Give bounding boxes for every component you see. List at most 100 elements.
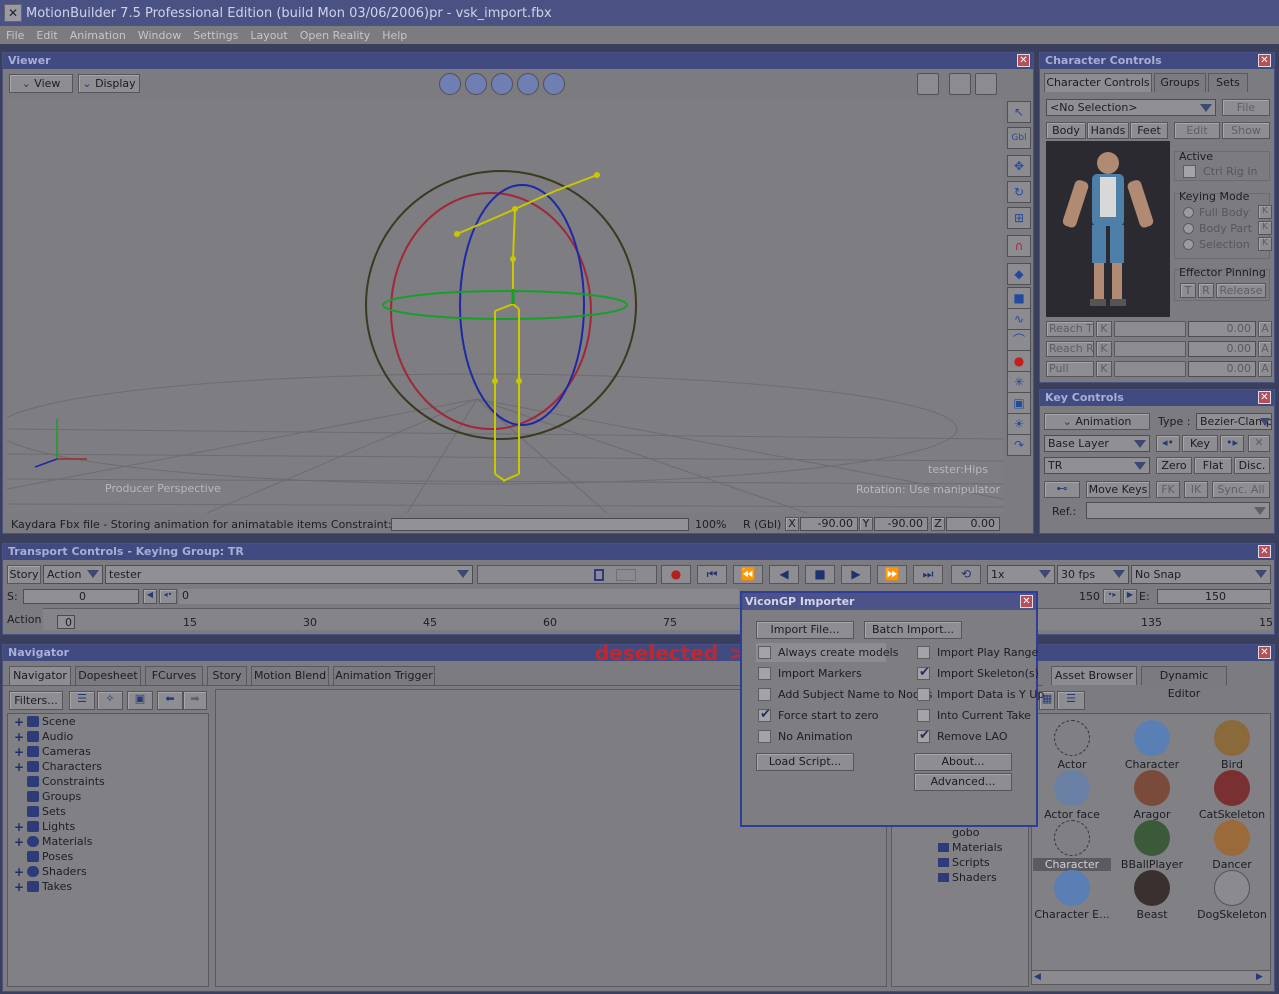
edit-button[interactable]: Edit <box>1174 122 1220 139</box>
previous-frame-button[interactable]: ⏪ <box>733 565 763 584</box>
forward-arrow-icon[interactable]: ➡ <box>183 691 207 710</box>
no-animation-checkbox[interactable] <box>758 730 771 743</box>
tree-item-materials[interactable]: + Materials <box>14 834 92 849</box>
end-marker-button[interactable]: ▶ <box>1123 589 1137 604</box>
camera-icon[interactable]: ▣ <box>1007 392 1031 414</box>
reach-r-a-button[interactable]: A <box>1258 341 1272 357</box>
star-icon[interactable]: ✳ <box>1007 371 1031 393</box>
asset-character[interactable]: Character <box>1032 820 1112 871</box>
orbit-icon[interactable] <box>543 73 565 95</box>
view-menu-button[interactable]: ⌄ View <box>9 74 73 93</box>
disc-button[interactable]: Disc. <box>1234 457 1270 474</box>
2d-magnifier-icon[interactable] <box>949 73 971 95</box>
import-markers-checkbox[interactable] <box>758 667 771 680</box>
keying-group-dropdown[interactable]: TR <box>1044 457 1150 474</box>
file-button[interactable]: File <box>1222 99 1270 116</box>
tree-item-audio[interactable]: + Audio <box>14 729 73 744</box>
end-frame-field[interactable]: 150 <box>1157 589 1271 604</box>
pan-anchor-icon[interactable] <box>439 73 461 95</box>
take-dropdown[interactable]: tester <box>105 565 473 584</box>
tab-story[interactable]: Story <box>207 666 247 685</box>
release-button[interactable]: Release <box>1216 283 1266 298</box>
remove-lao-checkbox[interactable] <box>917 728 930 743</box>
select-arrow-icon[interactable]: ↖ <box>1007 101 1031 123</box>
z-value-field[interactable]: 0.00 <box>946 517 1000 531</box>
story-button[interactable]: Story <box>7 565 41 584</box>
magnet-icon[interactable]: ∩ <box>1007 235 1031 257</box>
import-play-range-checkbox[interactable] <box>917 646 930 659</box>
pull-a-button[interactable]: A <box>1258 361 1272 377</box>
cube-icon[interactable]: ■ <box>1007 287 1031 309</box>
force-start-zero-checkbox[interactable] <box>758 707 771 722</box>
tree-item-takes[interactable]: + Takes <box>14 879 72 894</box>
stop-button[interactable]: ■ <box>805 565 835 584</box>
asset-dogskeleton[interactable]: DogSkeleton <box>1192 870 1272 921</box>
tab-dynamic-editor[interactable]: Dynamic Editor <box>1141 666 1227 700</box>
tree-item-poses[interactable]: Poses <box>14 849 73 864</box>
tab-motion-blend[interactable]: Motion Blend <box>251 666 329 685</box>
back-arrow-icon[interactable]: ⬅ <box>157 691 183 710</box>
character-selection-dropdown[interactable]: <No Selection> <box>1046 99 1216 116</box>
arc-icon[interactable]: ↷ <box>1007 434 1031 456</box>
record-button[interactable]: ● <box>661 565 691 584</box>
always-create-models-checkbox[interactable] <box>758 646 771 659</box>
ctrl-rig-in-checkbox[interactable] <box>1183 165 1196 178</box>
asset-character-extension[interactable]: Character E... <box>1032 870 1112 921</box>
timeline-ruler[interactable]: 0 15 30 45 60 75 135 15 <box>43 608 1273 630</box>
folder-scripts[interactable]: Scripts <box>952 856 990 869</box>
global-toggle-button[interactable]: Gbl <box>1007 127 1031 149</box>
tree-item-groups[interactable]: Groups <box>14 789 81 804</box>
object-mode-icon[interactable]: ◆ <box>1007 263 1031 285</box>
menu-animation[interactable]: Animation <box>70 29 126 42</box>
wand-icon[interactable]: ✧ <box>97 691 123 710</box>
ik-button[interactable]: IK <box>1184 481 1208 498</box>
reach-t-slider[interactable] <box>1114 321 1186 337</box>
lock-icon[interactable]: ▣ <box>127 691 153 710</box>
reach-t-value[interactable]: 0.00 <box>1188 321 1256 337</box>
key-selection-button[interactable]: K <box>1258 237 1272 251</box>
next-frame-button[interactable]: ⏩ <box>877 565 907 584</box>
rotate-icon[interactable]: ↻ <box>1007 181 1031 203</box>
translate-icon[interactable]: ✥ <box>1007 155 1031 177</box>
tab-asset-browser[interactable]: Asset Browser <box>1051 666 1137 685</box>
close-icon[interactable]: ✕ <box>1017 54 1030 67</box>
curve-icon[interactable]: ∿ <box>1007 308 1031 330</box>
fk-button[interactable]: FK <box>1156 481 1180 498</box>
viewport-3d[interactable] <box>7 99 1003 513</box>
play-button[interactable]: ▶ <box>841 565 871 584</box>
interpolation-type-dropdown[interactable]: Bezier-Clamp <box>1196 413 1272 430</box>
close-icon[interactable]: ✕ <box>1258 646 1271 659</box>
move-keys-button[interactable]: Move Keys <box>1086 481 1150 498</box>
current-frame-field[interactable]: 0 <box>179 589 739 604</box>
asset-aragor[interactable]: Aragor <box>1112 770 1192 821</box>
add-subject-name-checkbox[interactable] <box>758 688 771 701</box>
asset-beast[interactable]: Beast <box>1112 870 1192 921</box>
tab-fcurves[interactable]: FCurves <box>145 666 203 685</box>
reach-r-key-button[interactable]: K <box>1096 341 1112 357</box>
action-dropdown[interactable]: Action <box>43 565 103 584</box>
import-file-button[interactable]: Import File... <box>756 621 854 639</box>
pen-icon[interactable] <box>975 73 997 95</box>
goto-end-button[interactable]: ⏭ <box>913 565 943 584</box>
previous-key-button[interactable]: ◂• <box>1156 435 1180 452</box>
tree-item-characters[interactable]: + Characters <box>14 759 102 774</box>
list-view-icon[interactable]: ☰ <box>69 691 95 710</box>
fps-dropdown[interactable]: 30 fps <box>1057 565 1129 584</box>
scroll-right-icon[interactable]: ▶ <box>1256 972 1268 983</box>
loop-toggle-icon[interactable]: ⟲ <box>951 565 981 584</box>
tab-sets[interactable]: Sets <box>1208 73 1248 92</box>
play-reverse-button[interactable]: ◀ <box>769 565 799 584</box>
close-icon[interactable]: ✕ <box>1258 545 1271 558</box>
tree-item-cameras[interactable]: + Cameras <box>14 744 91 759</box>
menu-window[interactable]: Window <box>138 29 181 42</box>
asset-bballplayer[interactable]: BBallPlayer <box>1112 820 1192 871</box>
import-data-y-up-checkbox[interactable] <box>917 688 930 701</box>
curve-display-icon[interactable] <box>917 73 939 95</box>
advanced-button[interactable]: Advanced... <box>914 773 1012 791</box>
list-view-icon[interactable]: ☰ <box>1057 691 1085 710</box>
reach-t-key-button[interactable]: K <box>1096 321 1112 337</box>
about-button[interactable]: About... <box>914 753 1012 771</box>
hands-button[interactable]: Hands <box>1087 122 1129 139</box>
asset-catskeleton[interactable]: CatSkeleton <box>1192 770 1272 821</box>
light-icon[interactable]: ☀ <box>1007 413 1031 435</box>
